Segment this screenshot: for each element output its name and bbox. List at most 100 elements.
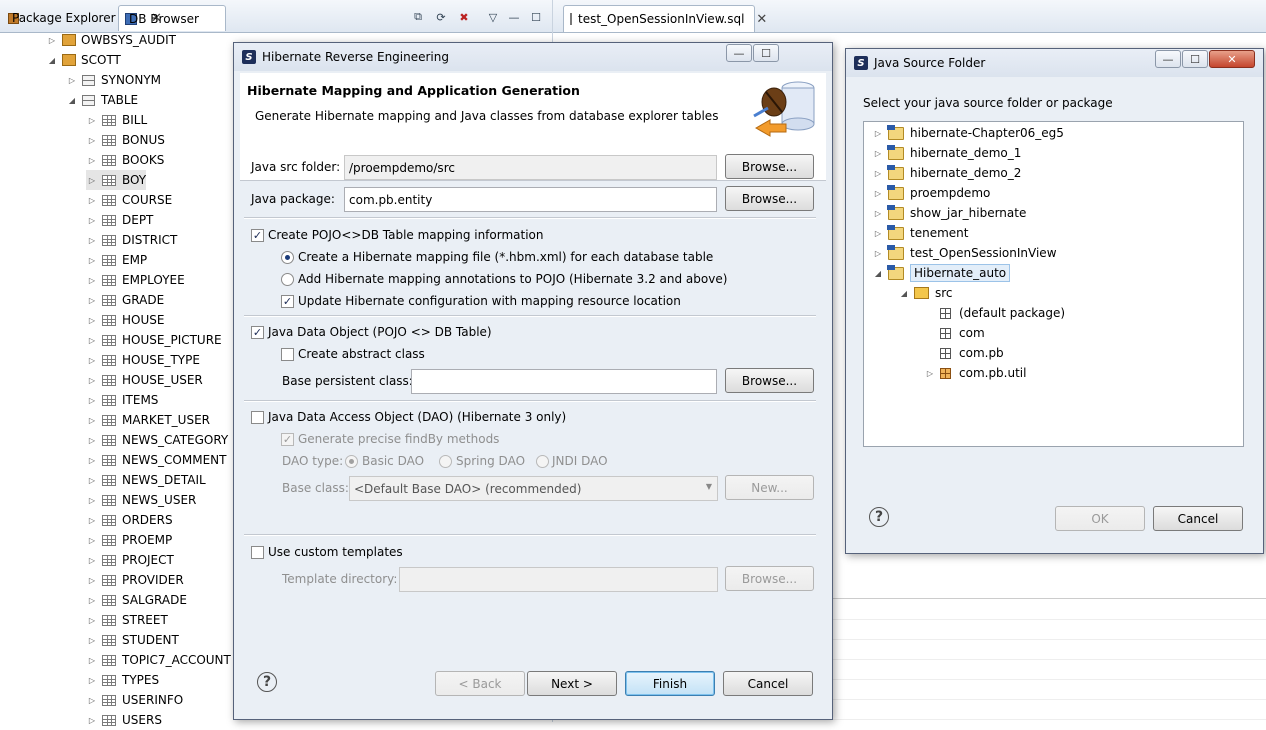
jndi-dao-radio[interactable] [536, 455, 549, 468]
tree-item-table[interactable]: ▷ TOPIC7_ACCOUNT [86, 650, 231, 670]
expand-icon[interactable]: ▷ [86, 176, 98, 185]
expand-icon[interactable]: ▷ [86, 496, 98, 505]
expand-icon[interactable]: ▷ [66, 76, 78, 85]
tree-item-package[interactable]: com.pb [936, 343, 1004, 363]
expand-icon[interactable]: ▷ [86, 136, 98, 145]
expand-icon[interactable]: ▷ [86, 556, 98, 565]
browse-src-folder-button[interactable]: Browse... [725, 154, 814, 179]
expand-icon[interactable]: ▷ [86, 616, 98, 625]
next-button[interactable]: Next > [527, 671, 617, 696]
ok-button[interactable]: OK [1055, 506, 1145, 531]
back-button[interactable]: < Back [435, 671, 525, 696]
finish-button[interactable]: Finish [625, 671, 715, 696]
tree-item-project[interactable]: ▷ proempdemo [872, 183, 990, 203]
tree-item-table[interactable]: ▷ ITEMS [86, 390, 159, 410]
maximize-button[interactable]: ☐ [1182, 50, 1208, 68]
findby-checkbox[interactable]: ✓ [281, 433, 294, 446]
cancel-button[interactable]: Cancel [1153, 506, 1243, 531]
expand-icon[interactable]: ▷ [86, 396, 98, 405]
tree-item-table[interactable]: ▷ NEWS_DETAIL [86, 470, 206, 490]
expand-icon[interactable]: ▷ [86, 696, 98, 705]
java-src-folder-field[interactable]: /proempdemo/src [344, 155, 717, 180]
java-package-field[interactable]: com.pb.entity [344, 187, 717, 212]
create-pojo-checkbox[interactable]: ✓ [251, 229, 264, 242]
tree-item-table[interactable]: ▷ USERINFO [86, 690, 183, 710]
abstract-class-checkbox[interactable] [281, 348, 294, 361]
tree-item-table[interactable]: ▷ EMP [86, 250, 147, 270]
expand-icon[interactable]: ▷ [86, 656, 98, 665]
browse-template-button[interactable]: Browse... [725, 566, 814, 591]
expand-icon[interactable]: ▷ [872, 149, 884, 158]
minimize-button[interactable]: — [726, 44, 752, 62]
minimize-icon[interactable]: — [506, 9, 522, 25]
browse-base-class-button[interactable]: Browse... [725, 368, 814, 393]
hbm-file-radio[interactable] [281, 251, 294, 264]
help-icon[interactable]: ? [869, 507, 889, 527]
expand-icon[interactable]: ▷ [86, 636, 98, 645]
expand-icon[interactable]: ▷ [86, 456, 98, 465]
collapse-icon[interactable]: ◢ [898, 289, 910, 298]
expand-icon[interactable]: ▷ [86, 216, 98, 225]
cancel-button[interactable]: Cancel [723, 671, 813, 696]
collapse-icon[interactable]: ◢ [46, 56, 58, 65]
expand-icon[interactable]: ▷ [86, 356, 98, 365]
tree-item-table[interactable]: ▷ NEWS_CATEGORY [86, 430, 228, 450]
base-persistent-field[interactable] [411, 369, 717, 394]
tree-item-project[interactable]: ▷ hibernate-Chapter06_eg5 [872, 123, 1064, 143]
expand-icon[interactable]: ▷ [86, 256, 98, 265]
tree-item-table[interactable]: ▷ NEWS_COMMENT [86, 450, 227, 470]
tree-item-table[interactable]: ▷ SALGRADE [86, 590, 187, 610]
tree-item-table[interactable]: ▷ HOUSE [86, 310, 165, 330]
tree-item-table[interactable]: ▷ GRADE [86, 290, 164, 310]
tree-item-table[interactable]: ▷ USERS [86, 710, 162, 730]
expand-icon[interactable]: ▷ [86, 476, 98, 485]
tree-item-table[interactable]: ▷ MARKET_USER [86, 410, 210, 430]
expand-icon[interactable]: ▷ [86, 156, 98, 165]
expand-icon[interactable]: ▷ [86, 276, 98, 285]
tree-item-table[interactable]: ▷ PROJECT [86, 550, 174, 570]
close-icon[interactable]: ✕ [756, 12, 767, 27]
tree-item-table[interactable]: ▷ EMPLOYEE [86, 270, 185, 290]
editor-tab-sql[interactable]: test_OpenSessionInView.sql ✕ [563, 5, 767, 32]
tree-item-scott[interactable]: ◢ SCOTT [46, 50, 121, 70]
expand-icon[interactable]: ▷ [86, 436, 98, 445]
tree-item-table[interactable]: ▷ DEPT [86, 210, 153, 230]
expand-icon[interactable]: ▷ [86, 296, 98, 305]
expand-icon[interactable]: ▷ [86, 236, 98, 245]
collapse-all-icon[interactable]: ⧉ [410, 9, 426, 25]
tree-item-project[interactable]: ▷ test_OpenSessionInView [872, 243, 1057, 263]
tree-item-table[interactable]: ▷ PROEMP [86, 530, 172, 550]
expand-icon[interactable]: ▷ [86, 416, 98, 425]
tree-item-table[interactable]: ▷ PROVIDER [86, 570, 184, 590]
close-button[interactable]: ✕ [1209, 50, 1255, 68]
maximize-icon[interactable]: ☐ [528, 9, 544, 25]
expand-icon[interactable]: ▷ [86, 716, 98, 725]
custom-templates-checkbox[interactable] [251, 546, 264, 559]
maximize-button[interactable]: ☐ [753, 44, 779, 62]
expand-icon[interactable]: ▷ [872, 209, 884, 218]
tree-item-table[interactable]: ▷ HOUSE_USER [86, 370, 203, 390]
tree-item-package[interactable]: (default package) [936, 303, 1065, 323]
expand-icon[interactable]: ▷ [86, 116, 98, 125]
tree-item-package[interactable]: ▷ com.pb.util [924, 363, 1027, 383]
tree-item-project[interactable]: ▷ hibernate_demo_1 [872, 143, 1021, 163]
expand-icon[interactable]: ▷ [872, 229, 884, 238]
collapse-icon[interactable]: ◢ [872, 269, 884, 278]
tree-item-owbsys[interactable]: ▷ OWBSYS_AUDIT [46, 30, 176, 50]
tree-item-table[interactable]: ▷ BOY [86, 170, 147, 190]
tab-db-browser[interactable]: DB Browser ✕ [118, 5, 226, 31]
expand-icon[interactable]: ▷ [872, 189, 884, 198]
expand-icon[interactable]: ▷ [86, 576, 98, 585]
tree-item-project[interactable]: ▷ show_jar_hibernate [872, 203, 1026, 223]
help-icon[interactable]: ? [257, 672, 277, 692]
tree-item-table[interactable]: ▷ BONUS [86, 130, 165, 150]
tree-item-table[interactable]: ▷ ORDERS [86, 510, 173, 530]
browse-package-button[interactable]: Browse... [725, 186, 814, 211]
tree-item-table[interactable]: ▷ TYPES [86, 670, 159, 690]
tree-item-table[interactable]: ▷ STREET [86, 610, 168, 630]
new-base-class-button[interactable]: New... [725, 475, 814, 500]
expand-icon[interactable]: ▷ [86, 316, 98, 325]
tree-item-table[interactable]: ▷ BOOKS [86, 150, 164, 170]
tree-item-table[interactable]: ▷ DISTRICT [86, 230, 177, 250]
tree-item-table[interactable]: ▷ STUDENT [86, 630, 179, 650]
